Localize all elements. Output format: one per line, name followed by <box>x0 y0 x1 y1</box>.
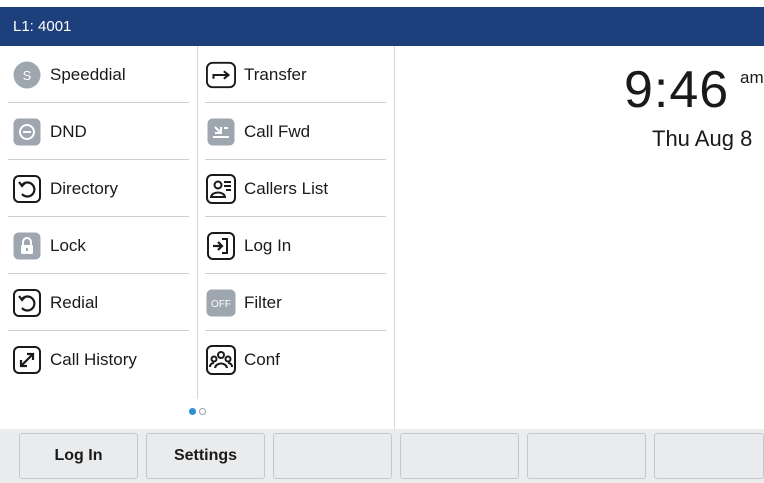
clock-display: 9:46 am Thu Aug 8 <box>600 60 764 150</box>
lock-key[interactable]: Lock <box>0 217 197 274</box>
line-header: L1: 4001 <box>0 7 764 46</box>
softkey-empty-5[interactable] <box>527 433 646 479</box>
key-label: Call Fwd <box>244 121 311 141</box>
callers-list-key[interactable]: Callers List <box>197 160 394 217</box>
page-indicator[interactable] <box>0 401 395 421</box>
conference-icon <box>206 344 236 375</box>
login-icon <box>206 231 236 261</box>
page-dot-active[interactable] <box>189 407 196 415</box>
redial-icon <box>12 288 42 318</box>
svg-text:S: S <box>23 68 32 83</box>
key-label: Log In <box>244 235 292 255</box>
softkey-empty-4[interactable] <box>400 433 519 479</box>
softkey-log-in[interactable]: Log In <box>19 433 138 479</box>
transfer-arrow-icon <box>206 60 236 90</box>
dnd-icon <box>12 117 42 147</box>
key-label: Directory <box>50 178 119 198</box>
top-strip <box>0 0 764 7</box>
key-label: Conf <box>244 349 280 369</box>
key-label: Speeddial <box>50 64 126 84</box>
key-label: Filter <box>244 292 282 312</box>
softkey-empty-6[interactable] <box>654 433 764 479</box>
left-key-column: S Speeddial DND Directory Lock Redial Ca… <box>0 46 198 399</box>
call-fwd-key[interactable]: Call Fwd <box>197 103 394 160</box>
svg-text:OFF: OFF <box>211 299 231 310</box>
softkey-settings[interactable]: Settings <box>146 433 265 479</box>
clock-date: Thu Aug 8 <box>652 126 753 150</box>
filter-key[interactable]: OFF Filter <box>197 274 394 331</box>
page-dot-inactive[interactable] <box>199 407 206 415</box>
softkey-bar: Log In Settings <box>0 429 764 483</box>
conf-key[interactable]: Conf <box>197 331 394 388</box>
right-key-column: Transfer Call Fwd Callers List Log In OF… <box>197 46 394 399</box>
key-label: Redial <box>50 292 99 312</box>
key-label: Lock <box>50 235 86 255</box>
speeddial-key[interactable]: S Speeddial <box>0 46 197 103</box>
filter-off-icon: OFF <box>206 288 236 318</box>
log-in-key[interactable]: Log In <box>197 217 394 274</box>
directory-icon <box>12 174 42 204</box>
key-label: DND <box>50 121 87 141</box>
key-label: Transfer <box>244 64 307 84</box>
lock-icon <box>12 231 42 261</box>
clock-time: 9:46 <box>624 61 730 119</box>
programmable-keys-panel: S Speeddial DND Directory Lock Redial Ca… <box>0 46 395 429</box>
callers-list-icon <box>206 173 236 204</box>
key-label: Call History <box>50 349 137 369</box>
call-forward-icon <box>206 117 236 147</box>
clock-ampm: am <box>740 68 764 87</box>
dnd-key[interactable]: DND <box>0 103 197 160</box>
call-history-icon <box>12 345 42 375</box>
call-history-key[interactable]: Call History <box>0 331 197 388</box>
speeddial-s-icon: S <box>12 60 42 90</box>
softkey-empty-3[interactable] <box>273 433 392 479</box>
redial-key[interactable]: Redial <box>0 274 197 331</box>
line-label: L1: 4001 <box>13 18 72 35</box>
transfer-key[interactable]: Transfer <box>197 46 394 103</box>
directory-key[interactable]: Directory <box>0 160 197 217</box>
key-label: Callers List <box>244 178 329 198</box>
